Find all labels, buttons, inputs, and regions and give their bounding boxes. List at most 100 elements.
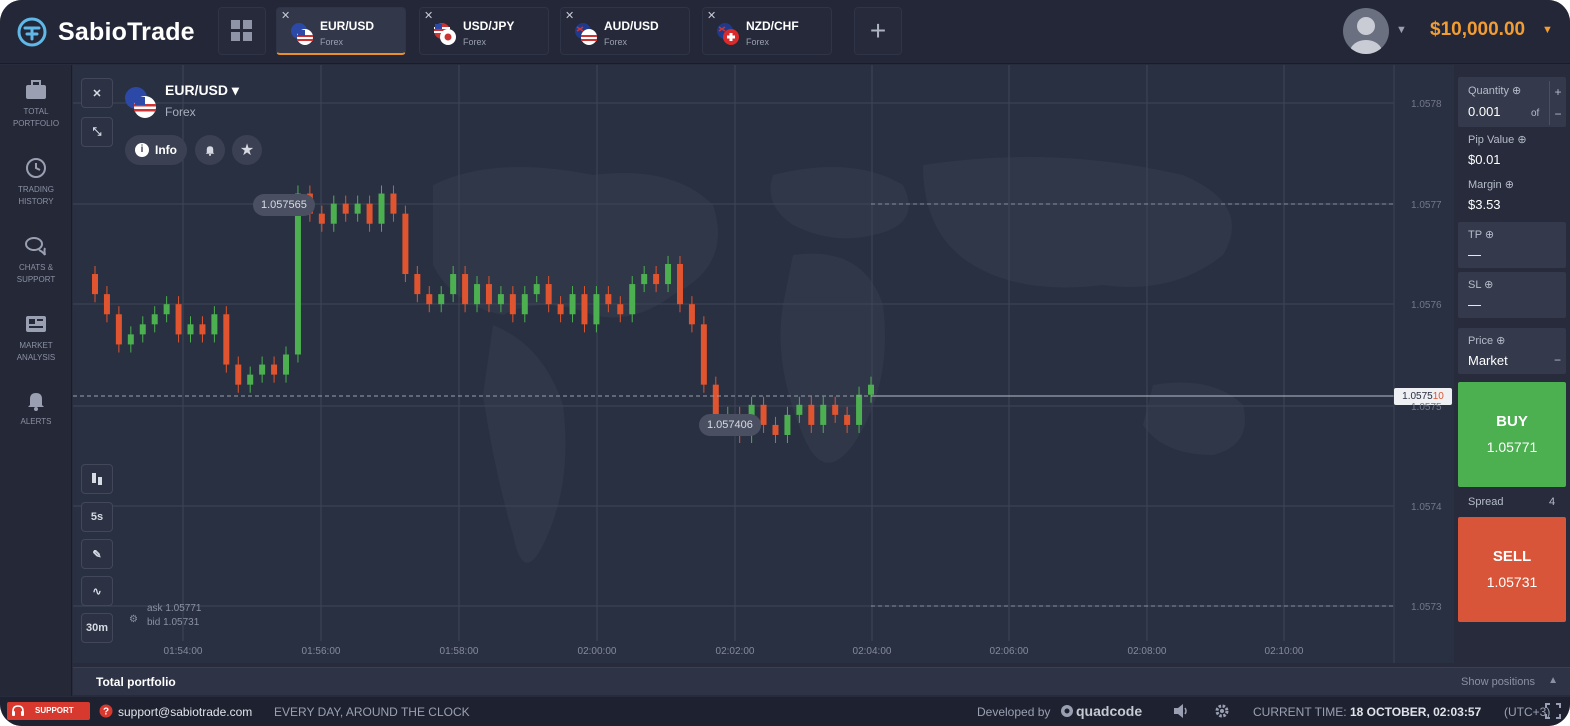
info-icon: i bbox=[135, 143, 149, 157]
candle-body bbox=[92, 274, 98, 295]
tab-usd-jpy[interactable]: ✕ USD/JPY Forex bbox=[419, 7, 549, 55]
alert-button[interactable] bbox=[195, 135, 225, 165]
stop-loss-label: SL ⊕ bbox=[1468, 279, 1494, 291]
candle-body bbox=[115, 314, 122, 345]
pencil-icon: ✎ bbox=[92, 548, 102, 561]
sidebar-item-portfolio[interactable]: TOTAL PORTFOLIO bbox=[0, 77, 72, 130]
collapse-chart-button[interactable]: ⤡ bbox=[81, 117, 113, 147]
quantity-value[interactable]: 0.001 bbox=[1468, 104, 1501, 119]
fullscreen-icon[interactable] bbox=[1545, 703, 1561, 719]
price-type-select[interactable]: Price ⊕ Market − bbox=[1458, 328, 1566, 374]
candle-body bbox=[199, 324, 206, 335]
y-tick: 1.0576 bbox=[1411, 300, 1442, 311]
asset-type: Forex bbox=[165, 105, 196, 119]
candle-body bbox=[688, 304, 695, 325]
help-icon: ⊕ bbox=[1484, 229, 1495, 241]
add-tab-button[interactable]: + bbox=[854, 7, 902, 55]
candle-body bbox=[294, 193, 301, 355]
chevron-up-icon[interactable]: ▲ bbox=[1548, 675, 1558, 686]
eu-us-flag-icon bbox=[125, 87, 156, 118]
sidebar-item-market-analysis[interactable]: MARKET ANALYSIS bbox=[0, 311, 72, 364]
asset-selector[interactable]: EUR/USD ▾ bbox=[165, 82, 239, 99]
quantity-label: Quantity ⊕ bbox=[1468, 85, 1522, 97]
candle-body bbox=[426, 294, 433, 305]
brand-logo[interactable]: SabioTrade bbox=[16, 15, 195, 49]
bell-icon bbox=[205, 146, 215, 156]
avatar[interactable] bbox=[1343, 8, 1389, 54]
headset-icon bbox=[12, 705, 24, 716]
asset-grid-button[interactable] bbox=[218, 7, 266, 55]
timeframe-label: 5s bbox=[90, 511, 104, 523]
help-icon[interactable]: ⚙ bbox=[129, 614, 138, 625]
timeframe-button[interactable]: 5s bbox=[81, 502, 113, 532]
close-chart-button[interactable]: ✕ bbox=[81, 78, 113, 108]
candle-body bbox=[641, 274, 648, 285]
left-sidebar: TOTAL PORTFOLIO TRADING HISTORY CHATS & … bbox=[0, 65, 72, 696]
tab-asset-type: Forex bbox=[320, 37, 344, 47]
candle-body bbox=[593, 294, 600, 325]
developer-name[interactable]: quadcode bbox=[1076, 703, 1142, 719]
minus-icon[interactable]: − bbox=[1554, 353, 1561, 367]
chart-grid bbox=[73, 65, 1394, 641]
x-tick: 01:56:00 bbox=[301, 646, 341, 657]
drawing-tools-button[interactable]: ✎ bbox=[81, 539, 113, 569]
quantity-stepper[interactable]: + − bbox=[1549, 81, 1566, 125]
take-profit-field[interactable]: TP ⊕ — bbox=[1458, 222, 1566, 268]
sound-icon[interactable] bbox=[1172, 703, 1190, 719]
x-tick: 02:02:00 bbox=[715, 646, 755, 657]
period-button[interactable]: 30m bbox=[81, 613, 113, 643]
candle-body bbox=[832, 404, 839, 415]
y-tick: 1.0573 bbox=[1411, 602, 1442, 613]
show-positions-link[interactable]: Show positions bbox=[1461, 676, 1535, 688]
plus-icon: + bbox=[869, 15, 887, 46]
sidebar-item-alerts[interactable]: ALERTS bbox=[0, 387, 72, 428]
sidebar-item-history[interactable]: TRADING HISTORY bbox=[0, 155, 72, 208]
candle-body bbox=[342, 203, 349, 214]
developed-by-label: Developed by bbox=[977, 705, 1051, 719]
gear-icon[interactable] bbox=[1214, 703, 1230, 719]
candle-body bbox=[700, 324, 707, 385]
trading-app: SabioTrade ✕ EUR/USD Forex ✕ USD/JPY For… bbox=[0, 0, 1570, 726]
info-button[interactable]: i Info bbox=[125, 135, 187, 165]
support-email-link[interactable]: support@sabiotrade.com bbox=[118, 705, 252, 719]
chevron-down-icon[interactable]: ▼ bbox=[1396, 24, 1407, 36]
candle-body bbox=[760, 404, 767, 425]
chevron-down-icon[interactable]: ▼ bbox=[1542, 24, 1553, 36]
tab-nzd-chf[interactable]: ✕ NZD/CHF Forex bbox=[702, 7, 832, 55]
chart-type-button[interactable] bbox=[81, 464, 113, 494]
timezone-label: (UTC+3) bbox=[1504, 705, 1551, 719]
candle-body bbox=[318, 213, 325, 224]
candle-body bbox=[557, 304, 564, 315]
favorite-button[interactable]: ★ bbox=[232, 135, 262, 165]
current-price-main: 1.0575 bbox=[1402, 391, 1433, 402]
chart-canvas bbox=[73, 65, 1395, 663]
bell-icon bbox=[28, 393, 44, 411]
spread-value: 4 bbox=[1549, 496, 1556, 508]
sell-label: SELL bbox=[1492, 548, 1532, 565]
candle-body bbox=[676, 263, 683, 305]
candle-body bbox=[485, 284, 492, 305]
stop-loss-field[interactable]: SL ⊕ — bbox=[1458, 272, 1566, 318]
sidebar-item-chats[interactable]: CHATS & SUPPORT bbox=[0, 233, 72, 286]
account-balance[interactable]: $10,000.00 bbox=[1430, 19, 1525, 41]
candle-body bbox=[187, 324, 194, 335]
help-icon: ⊕ bbox=[1484, 279, 1494, 291]
x-tick: 02:00:00 bbox=[577, 646, 617, 657]
candle-body bbox=[868, 384, 874, 395]
indicators-button[interactable]: ∿ bbox=[81, 576, 113, 606]
minus-icon: − bbox=[1554, 107, 1562, 121]
candles-icon bbox=[92, 473, 102, 485]
price-chart[interactable]: ✕ ⤡ EUR/USD ▾ Forex i Info ★ 1.057565 1.0… bbox=[73, 65, 1454, 663]
support-label: SUPPORT bbox=[35, 706, 74, 715]
quantity-field[interactable]: Quantity ⊕ 0.001 of + − bbox=[1458, 77, 1566, 127]
tab-aud-usd[interactable]: ✕ AUD/USD Forex bbox=[560, 7, 690, 55]
tab-eur-usd[interactable]: ✕ EUR/USD Forex bbox=[276, 7, 406, 55]
au-us-flag-icon bbox=[575, 23, 597, 45]
brand-name: SabioTrade bbox=[58, 17, 195, 46]
x-tick: 02:04:00 bbox=[852, 646, 892, 657]
buy-button[interactable]: BUY 1.05771 bbox=[1458, 382, 1566, 487]
footer-bar: SUPPORT ? support@sabiotrade.com EVERY D… bbox=[0, 697, 1570, 726]
candle-body bbox=[127, 334, 134, 345]
portfolio-bar[interactable]: Total portfolio Show positions ▲ bbox=[73, 667, 1570, 695]
sell-button[interactable]: SELL 1.05731 bbox=[1458, 517, 1566, 622]
